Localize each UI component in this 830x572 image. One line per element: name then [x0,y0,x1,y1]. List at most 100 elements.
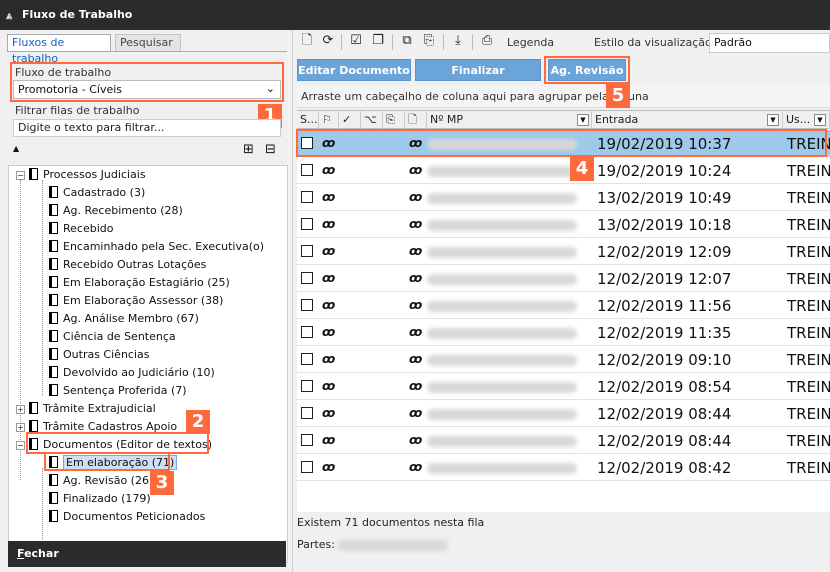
entry-date: 13/02/2019 10:49 [597,189,732,207]
tree-node-devolvido[interactable]: Devolvido ao Judiciário (10) [49,364,215,382]
entry-date: 12/02/2019 08:42 [597,459,732,477]
new-document-icon[interactable]: 🗋 [299,33,315,49]
row-checkbox[interactable] [301,434,313,446]
col-entrada[interactable]: Entrada [592,111,783,129]
tab-pesquisar[interactable]: Pesquisar [115,34,181,52]
document-icon [29,402,38,414]
finalize-document-button[interactable]: Finalizar Documento [415,59,541,99]
legend-label[interactable]: Legenda [507,36,554,49]
col-flow-icon[interactable]: ⌥ [361,111,383,129]
windows-icon[interactable]: ❐ [370,33,386,49]
col-check-icon[interactable]: ✓ [339,111,361,129]
tree-node-ciencia-sentenca[interactable]: Ciência de Sentença [49,328,176,346]
row-checkbox[interactable] [301,299,313,311]
row-checkbox[interactable] [301,245,313,257]
tree-node-tramite-extrajudicial[interactable]: Trâmite Extrajudicial [29,400,156,418]
tree-node-finalizado[interactable]: Finalizado (179) [49,490,151,508]
table-row[interactable]: ꝏ ꝏ 12/02/2019 09:10 TREIN [297,346,830,373]
col-mp-number[interactable]: Nº MP [427,111,592,129]
user-cell: TREIN [787,189,830,207]
filter-dropdown-icon[interactable]: ▼ [577,114,589,126]
row-checkbox[interactable] [301,353,313,365]
table-row[interactable]: ꝏ ꝏ 13/02/2019 10:18 TREIN [297,211,830,238]
toolbar-separator [392,34,393,50]
tree-collapse-icon[interactable]: ⊟ [265,142,276,157]
tree-node-cadastrado[interactable]: Cadastrado (3) [49,184,145,202]
filter-input[interactable]: Digite o texto para filtrar... [13,119,281,137]
col-status[interactable]: S... [297,111,319,129]
filter-dropdown-icon[interactable]: ▼ [814,114,826,126]
table-row[interactable]: ꝏ ꝏ 19/02/2019 10:24 TREIN [297,157,830,184]
user-cell: TREIN [787,270,830,288]
legend-icon[interactable]: ⎙ [479,33,495,49]
group-by-area[interactable]: Arraste um cabeçalho de coluna aqui para… [297,86,830,108]
tree-expand-icon[interactable]: ⊞ [243,142,254,157]
attachment-icon: ꝏ [409,217,423,231]
tree-node-recebido[interactable]: Recebido [49,220,113,238]
tree-connector [20,180,21,480]
user-cell: TREIN [787,324,830,342]
toolbar: 🗋 ⟳ ☑ ❐ ⧉ ⎘ ⤓ ⎙ Legenda Estilo da visual… [293,30,830,54]
tree-node-elaboracao-assessor[interactable]: Em Elaboração Assessor (38) [49,292,223,310]
table-row[interactable]: ꝏ ꝏ 12/02/2019 11:35 TREIN [297,319,830,346]
table-row[interactable]: ꝏ ꝏ 12/02/2019 12:09 TREIN [297,238,830,265]
row-checkbox[interactable] [301,218,313,230]
table-row[interactable]: ꝏ ꝏ 12/02/2019 08:42 TREIN [297,454,830,481]
tree-node-sentenca-proferida[interactable]: Sentença Proferida (7) [49,382,187,400]
tree-node-analise-membro[interactable]: Ag. Análise Membro (67) [49,310,199,328]
row-checkbox[interactable] [301,191,313,203]
download-icon[interactable]: ⤓ [450,33,466,49]
row-checkbox[interactable] [301,326,313,338]
row-checkbox[interactable] [301,407,313,419]
document-icon [49,222,58,234]
tree-node-outras-ciencias[interactable]: Outras Ciências [49,346,150,364]
row-checkbox[interactable] [301,461,313,473]
col-attachment-icon[interactable]: ⎘ [383,111,405,129]
expand-toggle[interactable]: + [16,423,25,432]
attachment-icon: ꝏ [322,244,336,258]
col-document-icon[interactable]: 🗋 [405,111,427,129]
row-checkbox[interactable] [301,380,313,392]
tree-node-encaminhado[interactable]: Encaminhado pela Sec. Executiva(o) [49,238,264,256]
style-select[interactable]: Padrão [709,33,830,53]
collapse-up-icon[interactable]: ▲ [13,144,19,153]
tab-fluxos[interactable]: Fluxos de trabalho [7,34,111,65]
tree-node-elaboracao-estagiario[interactable]: Em Elaboração Estagiário (25) [49,274,230,292]
user-cell: TREIN [787,432,830,450]
tree-node-ag-revisao[interactable]: Ag. Revisão (26) [49,472,153,490]
table-row[interactable]: ꝏ ꝏ 12/02/2019 08:44 TREIN [297,400,830,427]
refresh-icon[interactable]: ⟳ [320,33,336,49]
expand-toggle[interactable]: − [16,171,25,180]
callout-badge-3: 3 [150,471,174,495]
col-bookmark-icon[interactable]: ⚐ [319,111,339,129]
callout-box-5 [544,56,630,84]
table-row[interactable]: ꝏ ꝏ 13/02/2019 10:49 TREIN [297,184,830,211]
document-icon [49,474,58,486]
copy-document-icon[interactable]: ⧉ [399,33,415,49]
edit-document-button[interactable]: Editar Documento [297,59,411,81]
entry-date: 12/02/2019 08:44 [597,432,732,450]
tree-node-peticionados[interactable]: Documentos Peticionados [49,508,205,526]
move-document-icon[interactable]: ⎘ [421,33,437,49]
entry-date: 12/02/2019 09:10 [597,351,732,369]
mp-number-redacted [427,409,577,420]
row-checkbox[interactable] [301,164,313,176]
table-row[interactable]: ꝏ ꝏ 12/02/2019 11:56 TREIN [297,292,830,319]
check-window-icon[interactable]: ☑ [348,33,364,49]
document-icon [49,240,58,252]
tree-node-processos[interactable]: Processos Judiciais [29,166,146,184]
attachment-icon: ꝏ [322,163,336,177]
document-icon [49,492,58,504]
attachment-icon: ꝏ [322,406,336,420]
table-row[interactable]: ꝏ ꝏ 12/02/2019 08:44 TREIN [297,427,830,454]
tree-node-recebido-outras[interactable]: Recebido Outras Lotações [49,256,206,274]
row-checkbox[interactable] [301,272,313,284]
close-button[interactable]: Fechar [8,541,286,567]
table-row[interactable]: ꝏ ꝏ 12/02/2019 12:07 TREIN [297,265,830,292]
tree-node-ag-recebimento[interactable]: Ag. Recebimento (28) [49,202,183,220]
user-cell: TREIN [787,297,830,315]
table-row[interactable]: ꝏ ꝏ 12/02/2019 08:54 TREIN [297,373,830,400]
filter-dropdown-icon[interactable]: ▼ [767,114,779,126]
expand-toggle[interactable]: + [16,405,25,414]
expand-toggle[interactable]: − [16,441,25,450]
